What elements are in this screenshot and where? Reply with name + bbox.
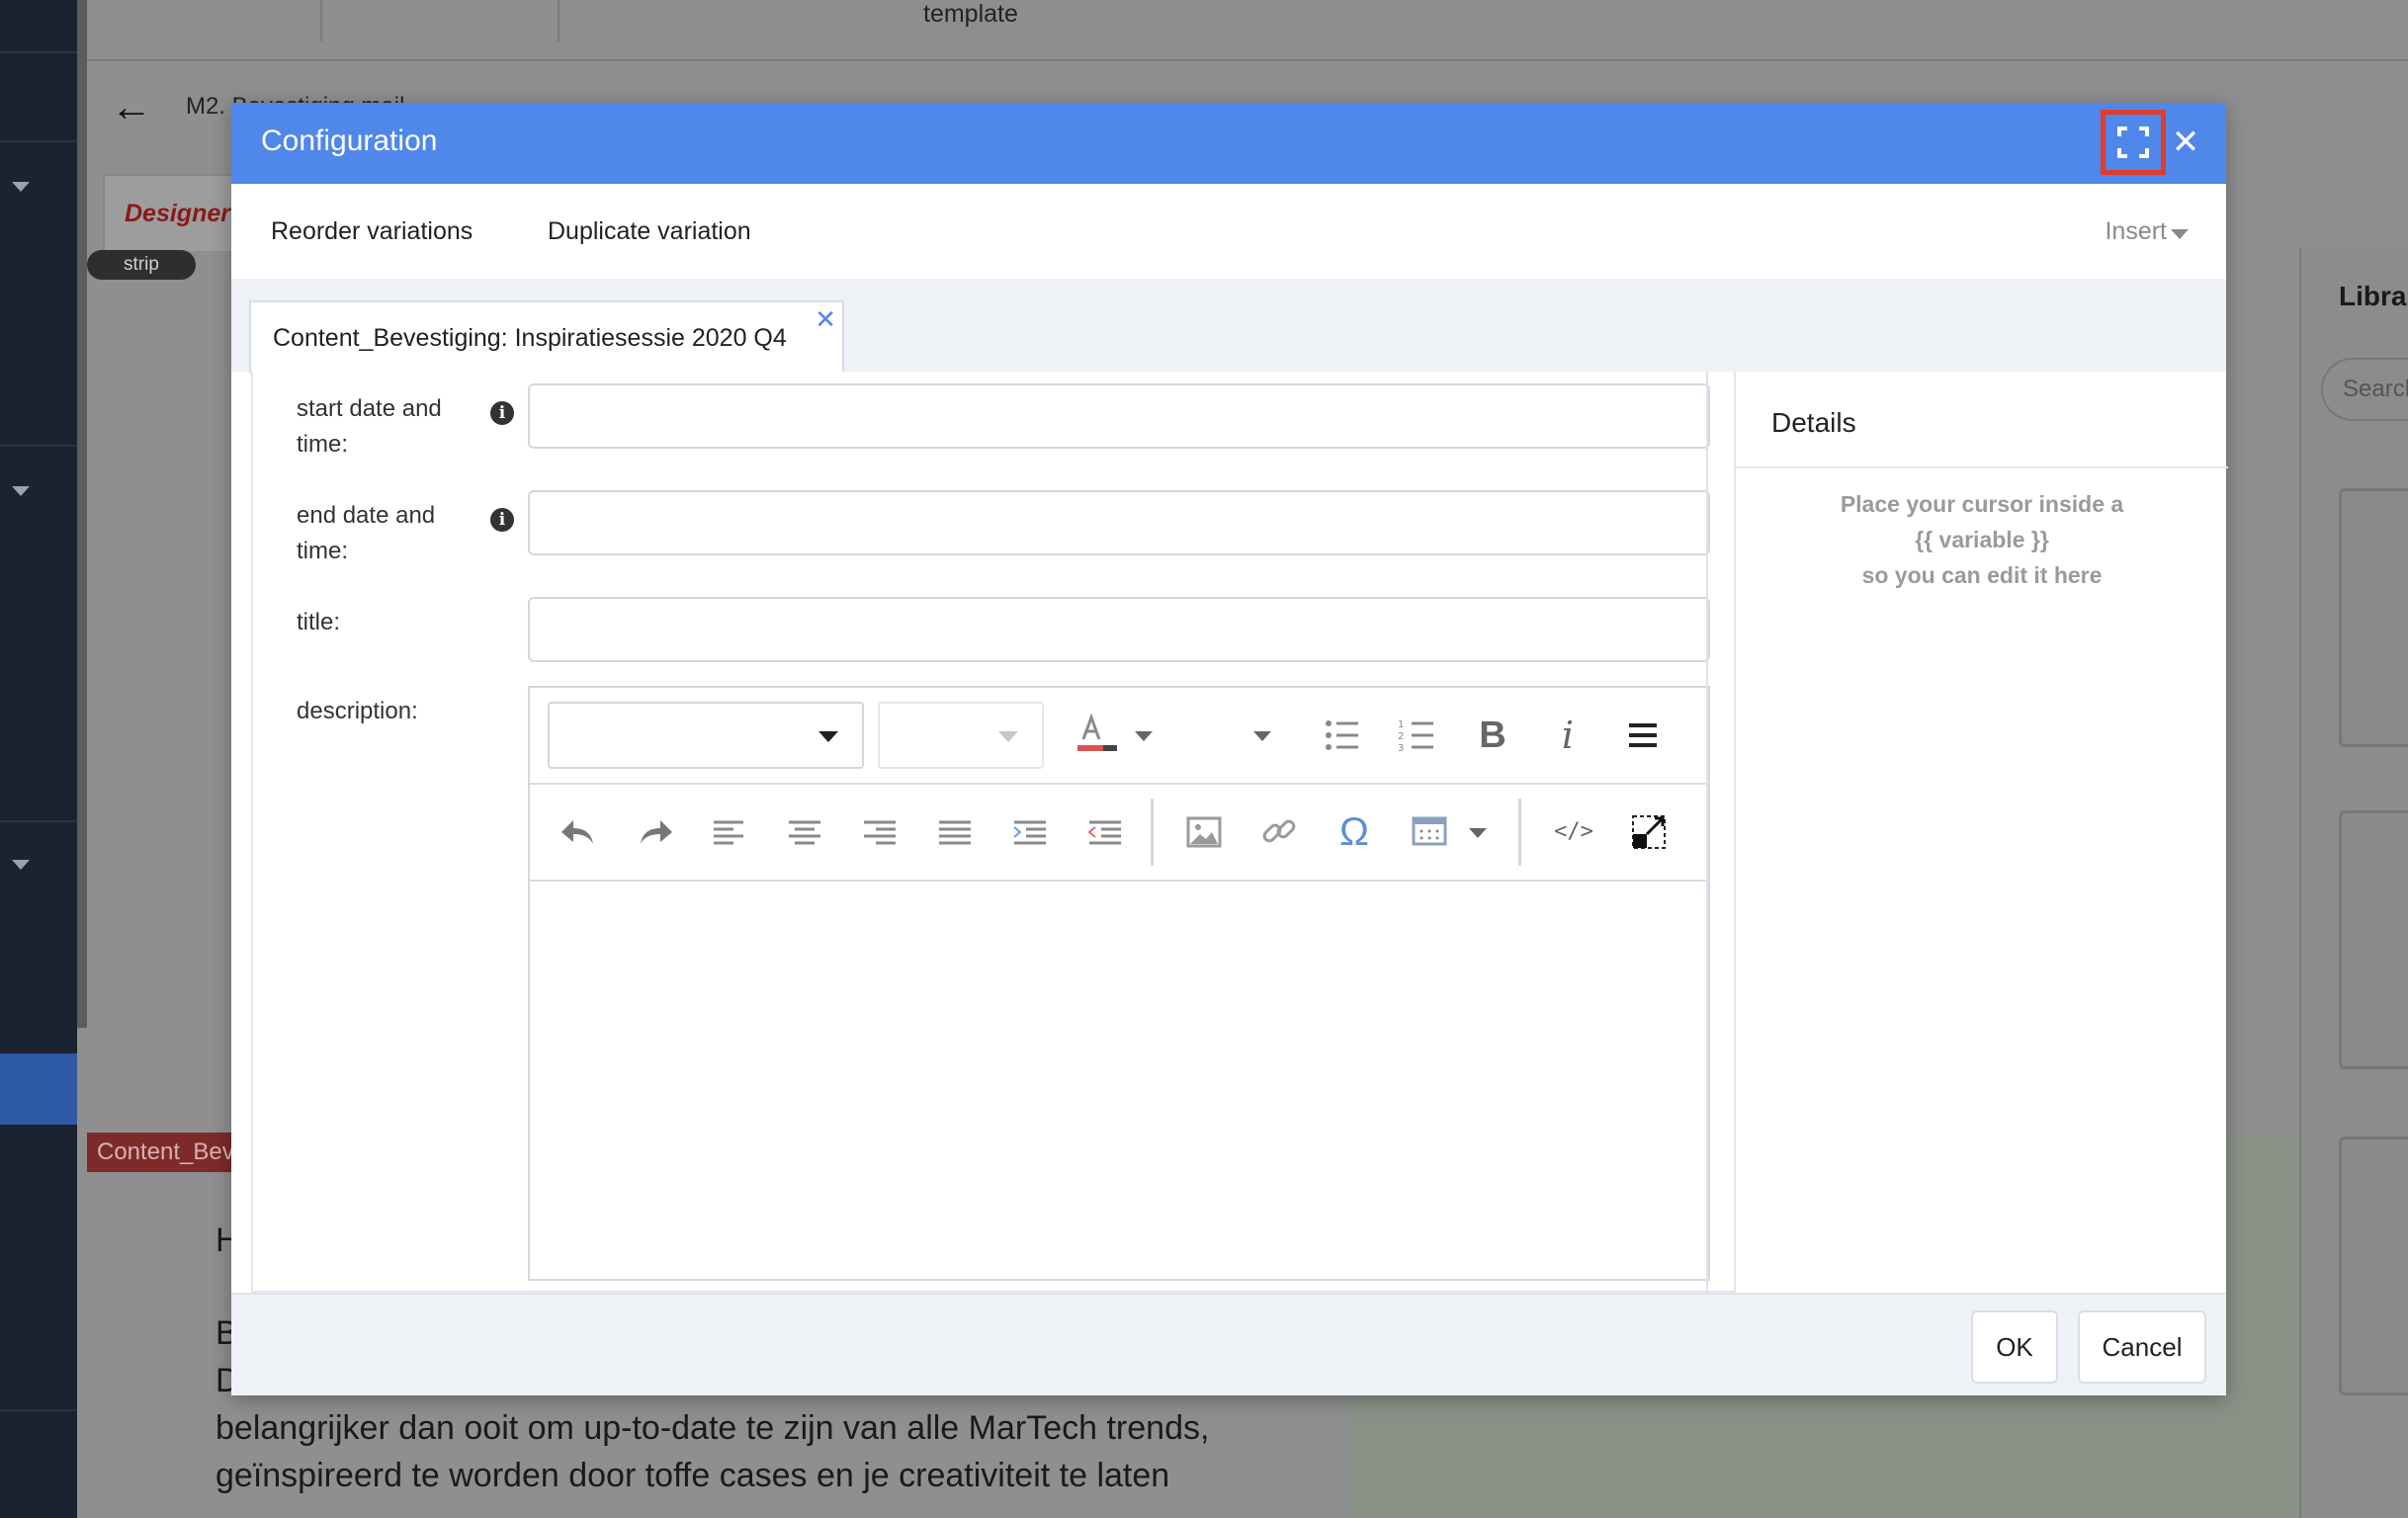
library-title: Library — [2339, 281, 2408, 311]
library-card[interactable] — [2339, 1137, 2408, 1395]
special-character-icon[interactable]: Ω — [1329, 806, 1380, 858]
top-divider — [320, 0, 322, 42]
chevron-down-icon[interactable] — [12, 182, 30, 192]
configuration-modal: Configuration ✕ Reorder variations Dupli… — [231, 103, 2228, 1395]
chevron-down-icon — [818, 731, 838, 742]
duplicate-variation-button[interactable]: Duplicate variation — [548, 217, 751, 246]
library-search-placeholder: Search — [2343, 376, 2408, 402]
tab-close-icon[interactable]: ✕ — [815, 304, 836, 335]
description-label: description: — [297, 698, 418, 724]
align-left-icon[interactable] — [704, 806, 755, 858]
modal-title: Configuration — [261, 125, 438, 157]
ok-button[interactable]: OK — [1971, 1310, 2058, 1384]
close-icon[interactable]: ✕ — [2161, 113, 2210, 172]
content-tag: Content_Bevestiging — [87, 1133, 235, 1172]
title-label: title: — [297, 609, 341, 635]
align-center-icon[interactable] — [779, 806, 830, 858]
form-scrollbar[interactable] — [1706, 372, 1708, 1293]
top-divider — [558, 0, 559, 42]
details-divider — [1736, 466, 2228, 468]
sidebar-divider — [0, 445, 77, 447]
table-icon[interactable] — [1404, 806, 1455, 858]
undo-icon[interactable] — [554, 806, 605, 858]
bold-icon[interactable]: B — [1467, 710, 1518, 761]
top-label: template — [923, 0, 1018, 28]
outdent-icon[interactable] — [1079, 806, 1131, 858]
chevron-down-icon[interactable] — [2171, 229, 2189, 239]
reorder-variations-button[interactable]: Reorder variations — [271, 217, 473, 246]
details-hint: Place your cursor inside a {{ variable }… — [1736, 486, 2228, 593]
sidebar-divider — [0, 1409, 77, 1411]
library-card[interactable] — [2339, 488, 2408, 747]
library-search-input[interactable]: Search — [2321, 358, 2408, 421]
sidebar-selected-item[interactable] — [0, 1054, 77, 1125]
app-scrollbar[interactable] — [77, 0, 87, 1028]
text-color-icon[interactable] — [1072, 710, 1123, 761]
details-hint-line: so you can edit it here — [1861, 562, 2103, 588]
bullet-list-icon[interactable] — [1317, 710, 1368, 761]
title-input[interactable] — [528, 597, 1710, 662]
toolbar-divider — [1518, 799, 1521, 866]
designer-tab-label: Designer — [125, 200, 230, 227]
image-icon[interactable] — [1178, 806, 1230, 858]
editor-toolbar-row-2: Ω </> — [530, 785, 1708, 882]
menu-icon[interactable] — [1617, 710, 1669, 761]
info-icon[interactable]: i — [490, 401, 514, 425]
app-top-bar: template — [87, 0, 2408, 61]
back-arrow-icon[interactable]: ← — [111, 83, 152, 130]
editor-fullscreen-icon[interactable] — [1623, 806, 1675, 858]
chevron-down-icon — [998, 731, 1018, 742]
svg-text:1: 1 — [1398, 719, 1404, 730]
source-code-icon[interactable]: </> — [1548, 806, 1599, 858]
designer-tab[interactable]: Designer — [103, 174, 241, 251]
modal-footer: OK Cancel — [231, 1293, 2226, 1395]
info-icon[interactable]: i — [490, 508, 514, 532]
fullscreen-icon[interactable] — [2101, 110, 2166, 175]
form-area: start date and time: i end date and time… — [251, 372, 1773, 1293]
description-editor[interactable]: 123 B i Ω </> — [528, 686, 1710, 1281]
details-title: Details — [1771, 407, 1856, 438]
library-panel: Library Search — [2299, 247, 2408, 1518]
font-size-select[interactable] — [878, 702, 1044, 769]
end-date-input[interactable] — [528, 490, 1710, 555]
cancel-button[interactable]: Cancel — [2078, 1310, 2206, 1384]
link-icon[interactable] — [1253, 806, 1305, 858]
svg-text:2: 2 — [1398, 731, 1404, 742]
tab-variation[interactable]: Content_Bevestiging: Inspiratiesessie 20… — [249, 300, 844, 374]
align-right-icon[interactable] — [854, 806, 905, 858]
align-justify-icon[interactable] — [929, 806, 981, 858]
italic-icon[interactable]: i — [1542, 710, 1593, 761]
strip-badge: strip — [87, 250, 196, 280]
details-hint-line: Place your cursor inside a — [1840, 491, 2124, 517]
sidebar-divider — [0, 51, 77, 53]
modal-header: Configuration ✕ — [231, 103, 2226, 184]
start-date-label: start date and time: — [297, 395, 442, 458]
chevron-down-icon[interactable] — [1135, 731, 1153, 741]
insert-dropdown[interactable]: Insert — [2105, 217, 2167, 246]
sidebar-divider — [0, 140, 77, 142]
modal-toolbar: Reorder variations Duplicate variation I… — [231, 184, 2226, 281]
chevron-down-icon[interactable] — [1253, 731, 1271, 741]
start-date-input[interactable] — [528, 383, 1710, 449]
bg-text-line: geïnspireerd te worden door toffe cases … — [215, 1457, 1170, 1494]
chevron-down-icon[interactable] — [12, 860, 30, 870]
library-card[interactable] — [2339, 810, 2408, 1069]
indent-icon[interactable] — [1004, 806, 1056, 858]
bg-text-line: belangrijker dan ooit om up-to-date te z… — [215, 1409, 1210, 1447]
toolbar-divider — [1151, 799, 1154, 866]
chevron-down-icon[interactable] — [12, 486, 30, 496]
details-panel: Details Place your cursor inside a {{ va… — [1734, 372, 2228, 1293]
font-family-select[interactable] — [548, 702, 864, 769]
tab-variation-label: Content_Bevestiging: Inspiratiesessie 20… — [273, 324, 787, 352]
sidebar-divider — [0, 820, 77, 822]
redo-icon[interactable] — [629, 806, 680, 858]
editor-toolbar-row-1: 123 B i — [530, 688, 1708, 785]
app-sidebar — [0, 0, 77, 1518]
variation-tabs: Content_Bevestiging: Inspiratiesessie 20… — [231, 279, 2226, 374]
svg-text:3: 3 — [1398, 743, 1404, 754]
end-date-label: end date and time: — [297, 502, 436, 564]
details-hint-line: {{ variable }} — [1915, 527, 2049, 552]
chevron-down-icon[interactable] — [1469, 828, 1487, 838]
numbered-list-icon[interactable]: 123 — [1392, 710, 1443, 761]
